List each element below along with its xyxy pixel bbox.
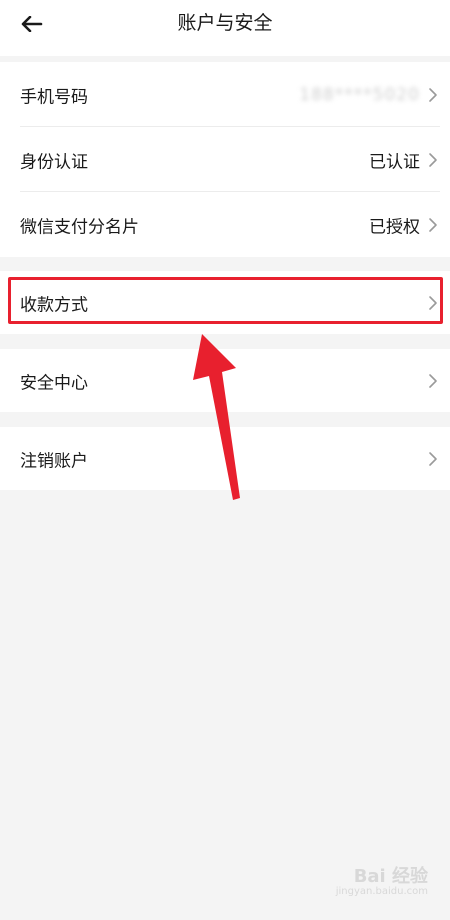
security-group: 安全中心 — [0, 349, 450, 412]
payment-group: 收款方式 — [0, 271, 450, 334]
row-label: 注销账户 — [20, 451, 88, 471]
row-security-center[interactable]: 安全中心 — [0, 349, 450, 412]
chevron-right-icon — [429, 217, 437, 232]
chevron-right-icon — [429, 295, 437, 310]
row-cancel-account[interactable]: 注销账户 — [0, 427, 450, 490]
row-identity-verification[interactable]: 身份认证 已认证 — [0, 127, 450, 192]
row-label: 手机号码 — [20, 87, 88, 107]
row-label: 微信支付分名片 — [20, 217, 139, 237]
row-wechat-pay-score-card[interactable]: 微信支付分名片 已授权 — [0, 192, 450, 257]
row-label: 身份认证 — [20, 152, 88, 172]
status-value: 已认证 — [369, 152, 420, 172]
chevron-right-icon — [429, 451, 437, 466]
row-label: 安全中心 — [20, 373, 88, 393]
phone-number-value: 188****5020 — [299, 84, 420, 105]
chevron-right-icon — [429, 373, 437, 388]
account-info-group: 手机号码 188****5020 身份认证 已认证 微信支付分名片 已授权 — [0, 62, 450, 257]
top-bar: 账户与安全 — [0, 0, 450, 56]
chevron-right-icon — [429, 87, 437, 102]
row-payment-method[interactable]: 收款方式 — [0, 271, 450, 334]
row-label: 收款方式 — [20, 295, 88, 315]
chevron-right-icon — [429, 152, 437, 167]
watermark-text: Bai 经验 — [353, 866, 428, 887]
status-value: 已授权 — [369, 217, 420, 237]
page-title: 账户与安全 — [177, 12, 273, 34]
row-phone-number[interactable]: 手机号码 188****5020 — [0, 62, 450, 127]
watermark-subtext: jingyan.baidu.com — [335, 886, 428, 897]
cancel-account-group: 注销账户 — [0, 427, 450, 490]
watermark-logo: Bai 经验 jingyan.baidu.com — [318, 862, 428, 906]
